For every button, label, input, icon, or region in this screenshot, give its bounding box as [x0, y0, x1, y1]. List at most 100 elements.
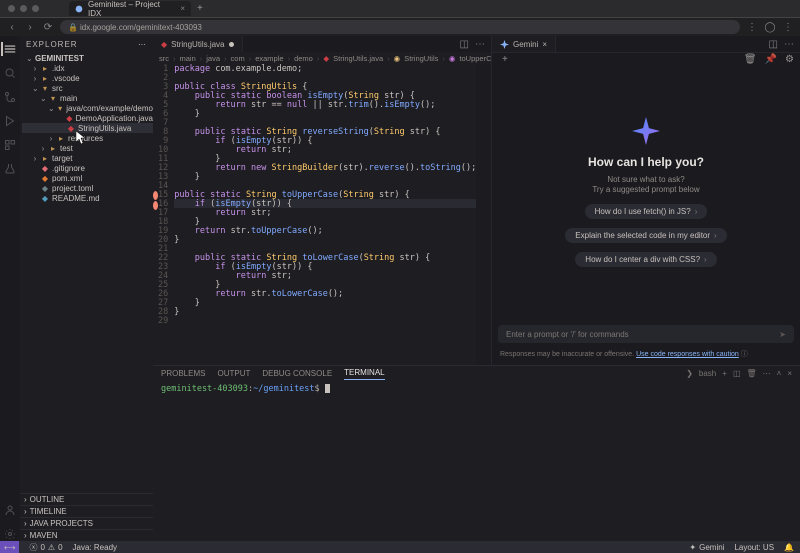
java-icon: ◆ — [161, 40, 167, 49]
new-chat-icon[interactable]: + — [502, 54, 508, 65]
tree-file-demoapp[interactable]: ◆DemoApplication.java — [22, 113, 153, 123]
tree-folder-target[interactable]: ›▸target — [22, 153, 153, 163]
tree-folder-vscode[interactable]: ›▸.vscode — [22, 73, 153, 83]
send-icon[interactable]: ➤ — [779, 330, 786, 339]
source-control-icon[interactable] — [3, 90, 17, 104]
forward-button[interactable]: › — [24, 21, 36, 33]
profile-icon[interactable]: ◯ — [764, 21, 776, 33]
new-terminal-icon[interactable]: + — [722, 369, 727, 378]
explorer-icon[interactable] — [1, 42, 17, 56]
tab-output[interactable]: OUTPUT — [217, 367, 250, 380]
xml-icon: ◆ — [41, 174, 49, 182]
breadcrumb[interactable]: src› main› java› com› example› demo› ◆ S… — [153, 52, 491, 64]
close-dot[interactable] — [8, 5, 15, 12]
tree-file-pom[interactable]: ◆pom.xml — [22, 173, 153, 183]
more-icon[interactable]: ⋯ — [763, 369, 771, 378]
tree-file-stringutils[interactable]: ◆StringUtils.java — [22, 123, 153, 133]
gemini-heading: How can I help you? — [588, 155, 704, 169]
settings-icon[interactable] — [3, 527, 17, 541]
more-icon[interactable]: ⋯ — [784, 39, 794, 50]
min-dot[interactable] — [20, 5, 27, 12]
tab-debug[interactable]: DEBUG CONSOLE — [262, 367, 332, 380]
accounts-icon[interactable] — [3, 503, 17, 517]
folder-icon: ▸ — [57, 134, 65, 142]
split-editor-icon[interactable]: ◫ — [460, 39, 469, 50]
tree-folder-pkg[interactable]: ⌄▾java/com/example/demo — [22, 103, 153, 113]
gemini-spark-icon — [500, 40, 509, 49]
chevron-up-icon[interactable]: ˄ — [777, 369, 782, 378]
gemini-input[interactable]: Enter a prompt or '/' for commands ➤ — [498, 325, 794, 343]
folder-icon: ▸ — [41, 154, 49, 162]
status-errors[interactable]: ⓧ 0 ⚠ 0 — [29, 542, 62, 553]
settings-icon[interactable]: ⚙ — [785, 54, 794, 65]
tree-folder-src[interactable]: ⌄▾src — [22, 83, 153, 93]
section-javaprojects[interactable]: ›JAVA PROJECTS — [20, 517, 153, 529]
max-dot[interactable] — [32, 5, 39, 12]
pin-icon[interactable]: 📌 — [765, 54, 777, 65]
extensions-icon[interactable] — [3, 138, 17, 152]
editor-tab-stringutils[interactable]: ◆ StringUtils.java — [153, 36, 243, 52]
tree-folder-idx[interactable]: ›▸.idx — [22, 63, 153, 73]
search-icon[interactable] — [3, 66, 17, 80]
toml-icon: ◆ — [41, 184, 49, 192]
tree-folder-main[interactable]: ⌄▾main — [22, 93, 153, 103]
tree-file-toml[interactable]: ◆project.toml — [22, 183, 153, 193]
trash-icon[interactable]: 🗑 — [747, 369, 757, 378]
folder-icon: ▸ — [41, 74, 49, 82]
suggestion-pill-explain[interactable]: Explain the selected code in my editor› — [565, 228, 726, 243]
gemini-tab[interactable]: Gemini × — [492, 36, 556, 52]
section-timeline[interactable]: ›TIMELINE — [20, 505, 153, 517]
minimap[interactable] — [476, 64, 491, 365]
split-terminal-icon[interactable]: ◫ — [733, 369, 741, 378]
editor-tabs: ◆ StringUtils.java ◫ ⋯ — [153, 36, 491, 52]
tree-folder-resources[interactable]: ›▸resources — [22, 133, 153, 143]
bottom-panel: PROBLEMS OUTPUT DEBUG CONSOLE TERMINAL ❯… — [153, 365, 800, 541]
terminal-cursor — [325, 384, 330, 393]
test-icon[interactable] — [3, 162, 17, 176]
address-bar[interactable]: 🔒 idx.google.com/geminitext-403093 — [60, 20, 740, 34]
tab-terminal[interactable]: TERMINAL — [344, 366, 384, 380]
tree-file-readme[interactable]: ◆README.md — [22, 193, 153, 203]
sidebar-header: EXPLORER ⋯ — [20, 36, 153, 53]
caution-link[interactable]: Use code responses with caution — [636, 351, 739, 358]
sidebar-title: EXPLORER — [26, 40, 78, 49]
trash-icon[interactable]: 🗑 — [744, 54, 757, 65]
section-outline[interactable]: ›OUTLINE — [20, 493, 153, 505]
status-bell-icon[interactable]: 🔔 — [784, 543, 794, 552]
close-icon[interactable]: × — [542, 40, 547, 49]
back-button[interactable]: ‹ — [6, 21, 18, 33]
sidebar-more-icon[interactable]: ⋯ — [138, 40, 147, 49]
close-icon[interactable]: × — [787, 369, 792, 378]
expand-icon[interactable]: ◫ — [769, 39, 778, 50]
gemini-footer: Responses may be inaccurate or offensive… — [492, 349, 800, 365]
tab-problems[interactable]: PROBLEMS — [161, 367, 205, 380]
gemini-subtext: Not sure what to ask?Try a suggested pro… — [592, 175, 699, 196]
folder-icon: ▾ — [57, 104, 63, 112]
more-icon[interactable]: ⋯ — [475, 39, 485, 50]
tree-file-gitignore[interactable]: ◆.gitignore — [22, 163, 153, 173]
tree-project[interactable]: ⌄GEMINITEST — [22, 53, 153, 63]
folder-icon: ▸ — [41, 64, 49, 72]
window-controls — [0, 5, 39, 12]
idx-favicon — [75, 5, 83, 13]
terminal[interactable]: geminitest-403093:~/geminitest$ — [153, 380, 800, 541]
menu-icon[interactable]: ⋮ — [782, 21, 794, 33]
section-maven[interactable]: ›MAVEN — [20, 529, 153, 541]
run-debug-icon[interactable] — [3, 114, 17, 128]
extensions-icon[interactable]: ⋮ — [746, 21, 758, 33]
suggestion-pill-fetch[interactable]: How do I use fetch() in JS?› — [585, 204, 708, 219]
browser-tabstrip: Geminitest – Project IDX × + — [0, 0, 800, 18]
suggestion-pill-center[interactable]: How do I center a div with CSS?› — [575, 252, 716, 267]
tree-folder-test[interactable]: ›▸test — [22, 143, 153, 153]
java-icon: ◆ — [67, 124, 75, 132]
browser-toolbar: ‹ › ⟳ 🔒 idx.google.com/geminitext-403093… — [0, 18, 800, 36]
new-tab-button[interactable]: + — [197, 3, 203, 14]
browser-tab[interactable]: Geminitest – Project IDX × — [69, 1, 191, 16]
status-java[interactable]: Java: Ready — [73, 543, 117, 552]
reload-button[interactable]: ⟳ — [42, 21, 54, 33]
code-area[interactable]: 1234567891011121314151617181920212223242… — [153, 64, 491, 365]
close-tab-icon[interactable]: × — [180, 4, 185, 13]
status-gemini[interactable]: ✦ Gemini — [689, 543, 724, 552]
status-layout[interactable]: Layout: US — [734, 543, 774, 552]
status-remote[interactable]: ⟷ — [0, 541, 19, 553]
